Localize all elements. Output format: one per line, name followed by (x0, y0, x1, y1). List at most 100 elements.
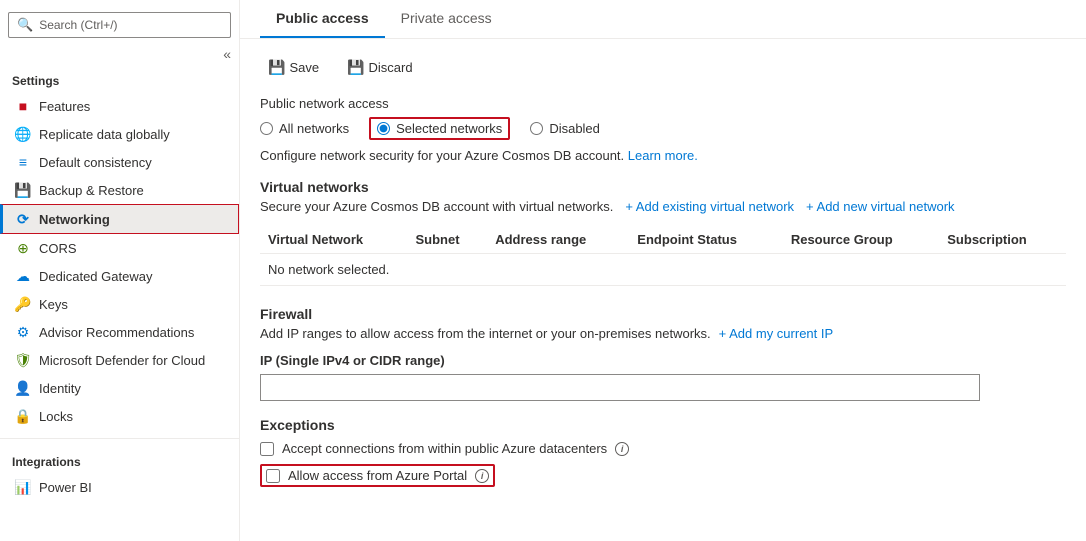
col-subscription: Subscription (939, 226, 1066, 254)
networking-icon: ⟳ (15, 211, 31, 227)
sidebar-item-consistency[interactable]: ≡ Default consistency (0, 148, 239, 176)
defender-icon: 🛡 (15, 352, 31, 368)
sidebar-item-keys-label: Keys (39, 297, 227, 312)
exception-azure-dc-row[interactable]: Accept connections from within public Az… (260, 441, 1066, 456)
main-content: Public access Private access 💾 Save 💾 Di… (240, 0, 1086, 541)
discard-button[interactable]: 💾 Discard (339, 55, 421, 80)
sidebar-item-cors-label: CORS (39, 241, 227, 256)
sidebar-item-defender-label: Microsoft Defender for Cloud (39, 353, 227, 368)
sidebar-item-locks[interactable]: 🔒 Locks (0, 402, 239, 430)
radio-all-networks[interactable]: All networks (260, 121, 349, 136)
sidebar-item-cors[interactable]: ⊕ CORS (0, 234, 239, 262)
no-network-text: No network selected. (260, 254, 1066, 286)
vnet-desc: Secure your Azure Cosmos DB account with… (260, 199, 1066, 214)
settings-section-label: Settings (0, 66, 239, 92)
content-area: 💾 Save 💾 Discard Public network access A… (240, 39, 1086, 541)
sidebar-item-features[interactable]: ■ Features (0, 92, 239, 120)
advisor-icon: ⚙ (15, 324, 31, 340)
help-text-content: Configure network security for your Azur… (260, 148, 624, 163)
firewall-header: Firewall (260, 306, 1066, 322)
add-existing-vnet-link[interactable]: + Add existing virtual network (625, 199, 794, 214)
radio-selected-networks[interactable]: Selected networks (377, 121, 502, 136)
vnet-desc-text: Secure your Azure Cosmos DB account with… (260, 199, 613, 214)
replicate-icon: 🌐 (15, 126, 31, 142)
vnet-table: Virtual Network Subnet Address range End… (260, 226, 1066, 286)
sidebar-item-defender[interactable]: 🛡 Microsoft Defender for Cloud (0, 346, 239, 374)
exception-azure-portal-label: Allow access from Azure Portal (288, 468, 467, 483)
table-row: No network selected. (260, 254, 1066, 286)
radio-disabled-input[interactable] (530, 122, 543, 135)
sidebar-item-advisor[interactable]: ⚙ Advisor Recommendations (0, 318, 239, 346)
save-label: Save (289, 60, 319, 75)
sidebar-item-features-label: Features (39, 99, 227, 114)
sidebar-item-powerbi[interactable]: 📊 Power BI (0, 473, 239, 501)
sidebar-item-gateway[interactable]: ☁ Dedicated Gateway (0, 262, 239, 290)
sidebar-item-networking[interactable]: ⟳ Networking (0, 204, 239, 234)
search-bar[interactable]: 🔍 Search (Ctrl+/) (8, 12, 231, 38)
features-icon: ■ (15, 98, 31, 114)
identity-icon: 👤 (15, 380, 31, 396)
exception-azure-dc-info-icon[interactable]: i (615, 442, 629, 456)
firewall-desc-text: Add IP ranges to allow access from the i… (260, 326, 711, 341)
ip-input[interactable] (260, 374, 980, 401)
tab-private-access[interactable]: Private access (385, 0, 508, 38)
ip-label: IP (Single IPv4 or CIDR range) (260, 353, 1066, 368)
sidebar-item-consistency-label: Default consistency (39, 155, 227, 170)
sidebar-item-locks-label: Locks (39, 409, 227, 424)
sidebar-item-replicate-label: Replicate data globally (39, 127, 227, 142)
col-resource-group: Resource Group (783, 226, 939, 254)
sidebar-item-advisor-label: Advisor Recommendations (39, 325, 227, 340)
radio-all-input[interactable] (260, 122, 273, 135)
sidebar-item-gateway-label: Dedicated Gateway (39, 269, 227, 284)
public-network-access-section: Public network access All networks Selec… (260, 96, 1066, 163)
collapse-icon[interactable]: « (223, 46, 231, 62)
locks-icon: 🔒 (15, 408, 31, 424)
exception-azure-portal-checkbox[interactable] (266, 469, 280, 483)
exception-azure-dc-checkbox[interactable] (260, 442, 274, 456)
consistency-icon: ≡ (15, 154, 31, 170)
sidebar: 🔍 Search (Ctrl+/) « Settings ■ Features … (0, 0, 240, 541)
public-network-access-label: Public network access (260, 96, 1066, 111)
sidebar-item-identity[interactable]: 👤 Identity (0, 374, 239, 402)
exception-azure-portal-row[interactable]: Allow access from Azure Portal i (266, 468, 489, 483)
exception-azure-portal-box: Allow access from Azure Portal i (260, 464, 495, 487)
powerbi-icon: 📊 (15, 479, 31, 495)
sidebar-item-backup-label: Backup & Restore (39, 183, 227, 198)
radio-all-label: All networks (279, 121, 349, 136)
sidebar-item-keys[interactable]: 🔑 Keys (0, 290, 239, 318)
search-icon: 🔍 (17, 17, 33, 33)
integrations-section-label: Integrations (0, 447, 239, 473)
discard-icon: 💾 (347, 59, 364, 76)
sidebar-item-replicate[interactable]: 🌐 Replicate data globally (0, 120, 239, 148)
add-new-vnet-link[interactable]: + Add new virtual network (806, 199, 955, 214)
radio-selected-input[interactable] (377, 122, 390, 135)
firewall-section: Firewall Add IP ranges to allow access f… (260, 306, 1066, 401)
radio-disabled-label: Disabled (549, 121, 600, 136)
add-my-ip-link[interactable]: + Add my current IP (719, 326, 834, 341)
radio-group: All networks Selected networks Disabled (260, 117, 1066, 140)
learn-more-link[interactable]: Learn more. (628, 148, 698, 163)
sidebar-item-backup[interactable]: 💾 Backup & Restore (0, 176, 239, 204)
toolbar: 💾 Save 💾 Discard (260, 55, 1066, 80)
sidebar-item-identity-label: Identity (39, 381, 227, 396)
col-subnet: Subnet (408, 226, 488, 254)
backup-icon: 💾 (15, 182, 31, 198)
selected-networks-box: Selected networks (369, 117, 510, 140)
search-placeholder: Search (Ctrl+/) (39, 18, 117, 32)
radio-disabled[interactable]: Disabled (530, 121, 600, 136)
exception-azure-dc-label: Accept connections from within public Az… (282, 441, 607, 456)
save-button[interactable]: 💾 Save (260, 55, 327, 80)
discard-label: Discard (369, 60, 413, 75)
cors-icon: ⊕ (15, 240, 31, 256)
col-virtual-network: Virtual Network (260, 226, 408, 254)
sidebar-item-powerbi-label: Power BI (39, 480, 227, 495)
tab-public-access[interactable]: Public access (260, 0, 385, 38)
col-address-range: Address range (487, 226, 629, 254)
radio-selected-label: Selected networks (396, 121, 502, 136)
tabs-container: Public access Private access (240, 0, 1086, 39)
exception-azure-portal-info-icon[interactable]: i (475, 469, 489, 483)
keys-icon: 🔑 (15, 296, 31, 312)
exceptions-section: Exceptions Accept connections from withi… (260, 417, 1066, 487)
virtual-networks-section: Virtual networks Secure your Azure Cosmo… (260, 179, 1066, 286)
exceptions-header: Exceptions (260, 417, 1066, 433)
